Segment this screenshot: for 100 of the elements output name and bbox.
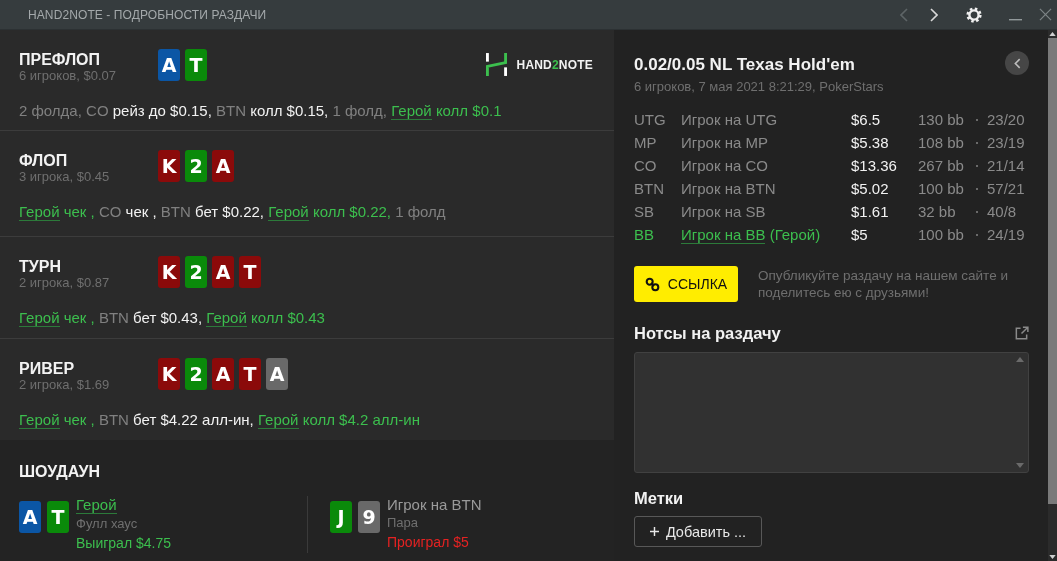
- playing-card: 2: [185, 256, 207, 288]
- stack-cell-text: $6.5: [851, 110, 882, 130]
- playing-card: K: [158, 256, 180, 288]
- hand-rank: Пара: [387, 514, 419, 532]
- stats-cell-text: 23/19: [987, 133, 1026, 153]
- hero-link[interactable]: Герой: [19, 411, 60, 429]
- scroll-down-arrow-icon[interactable]: [1049, 555, 1056, 559]
- hand-details: 6 игроков, 7 мая 2021 8:21:29, PokerStars: [634, 79, 884, 95]
- logo-wordmark: HAND2NOTE: [516, 57, 593, 72]
- hero-link[interactable]: Герой: [391, 102, 432, 120]
- hero-link[interactable]: Герой: [19, 203, 60, 221]
- close-button[interactable]: [1039, 6, 1052, 23]
- big-blinds-cell-text: 267 bb: [918, 156, 965, 176]
- tags-title: Метки: [634, 488, 685, 509]
- position-cell-text: UTG: [634, 110, 667, 130]
- hero-link[interactable]: Герой: [19, 309, 60, 327]
- position-cell-text: BB: [634, 225, 655, 245]
- action-line: Герой чек , CO чек , BTN бет $0.22, Герой колл $0.22, 1 фолд: [19, 202, 447, 222]
- position-cell-text: MP: [634, 133, 658, 153]
- player-name: Игрок на UTG: [681, 111, 778, 128]
- external-link-icon[interactable]: [1014, 325, 1029, 341]
- result-text: Проиграл $5: [387, 533, 469, 552]
- stack-cell-text: $1.61: [851, 202, 890, 222]
- hero-label: (Герой): [769, 226, 821, 243]
- share-description: Опубликуйте раздачу на нашем сайте и поделитесь ею с друзьями!: [758, 267, 1009, 301]
- big-blinds-cell-text: 100 bb: [918, 225, 965, 245]
- playing-card: A: [212, 358, 234, 390]
- hero-link[interactable]: Герой: [206, 309, 247, 327]
- playing-card: 2: [185, 150, 207, 182]
- hand-rank: Фулл хаус: [76, 515, 138, 533]
- next-button[interactable]: [930, 6, 938, 23]
- playing-card: A: [19, 501, 41, 533]
- playing-card: A: [212, 150, 234, 182]
- hero-link[interactable]: Герой: [257, 411, 299, 429]
- action-line: Герой чек , BTN бет $0.43, Герой колл $0.43: [19, 308, 326, 328]
- street-summary: 2 игрока, $1.69: [19, 377, 111, 392]
- street-summary: 3 игрока, $0.45: [19, 169, 111, 184]
- big-blinds-cell-text: 108 bb: [918, 133, 965, 153]
- stats-cell-text: 40/8: [987, 202, 1018, 222]
- position-cell-text: SB: [634, 202, 655, 222]
- playing-card: J: [330, 501, 352, 533]
- window-title: HAND2NOTE - ПОДРОБНОСТИ РАЗДАЧИ: [28, 7, 267, 22]
- position-cell-text: CO: [634, 156, 658, 176]
- minimize-icon: [1009, 18, 1022, 21]
- stats-cell-text: 57/21: [987, 179, 1026, 199]
- playing-card: T: [185, 49, 207, 81]
- stack-cell-text: $5.02: [851, 179, 890, 199]
- street-name: ТУРН: [19, 258, 62, 275]
- stack-cell-text: $5.38: [851, 133, 890, 153]
- position-cell-text: BTN: [634, 179, 665, 199]
- chevron-left-icon: [1013, 57, 1021, 69]
- playing-card: A: [212, 256, 234, 288]
- stats-cell-text: 24/19: [987, 225, 1026, 245]
- playing-card: T: [239, 358, 261, 390]
- player-name: Игрок на SB: [681, 203, 766, 220]
- notes-title: Нотсы на раздачу: [634, 323, 781, 344]
- player-name: Игрок на MP: [681, 134, 768, 151]
- chevron-right-icon: [930, 7, 938, 22]
- settings-button[interactable]: [966, 6, 982, 23]
- big-blinds-cell-text: 130 bb: [918, 110, 965, 130]
- big-blinds-cell-text: 100 bb: [918, 179, 965, 199]
- player-name-link[interactable]: Герой: [76, 496, 117, 514]
- playing-card: T: [47, 501, 69, 533]
- close-icon: [1039, 8, 1052, 21]
- player-name: Игрок на BTN: [681, 180, 776, 197]
- showdown-title: ШОУДАУН: [19, 462, 102, 482]
- game-title: 0.02/0.05 NL Texas Hold'em: [634, 54, 856, 76]
- settings-icon: [966, 6, 982, 23]
- action-line: 2 фолда, CO рейз до $0.15, BTN колл $0.15, 1 фолд, Герой колл $0.1: [19, 101, 503, 121]
- player-name: Игрок на BTN: [387, 496, 482, 513]
- plus-icon: [649, 527, 659, 536]
- result-text: Выиграл $4.75: [76, 534, 171, 553]
- back-button[interactable]: [1005, 51, 1029, 75]
- playing-card: A: [158, 49, 180, 81]
- playing-card: K: [158, 150, 180, 182]
- add-tag-button[interactable]: Добавить ...: [634, 516, 762, 547]
- hero-link[interactable]: Герой: [268, 203, 309, 221]
- street-name: РИВЕР: [19, 360, 76, 377]
- playing-card: T: [239, 256, 261, 288]
- stack-cell-text: $13.36: [851, 156, 898, 176]
- logo-icon: [485, 53, 507, 76]
- playing-card: 9: [358, 501, 380, 533]
- scroll-up-arrow-icon[interactable]: [1049, 32, 1056, 36]
- street-summary: 6 игроков, $0.07: [19, 68, 118, 83]
- player-name-link[interactable]: Игрок на BB: [681, 226, 766, 244]
- link-button[interactable]: ССЫЛКА: [634, 266, 738, 302]
- link-icon: [644, 276, 660, 292]
- big-blinds-cell-text: 32 bb: [918, 202, 957, 222]
- player-name: Игрок на CO: [681, 157, 768, 174]
- chevron-left-icon: [900, 7, 908, 22]
- stack-cell-text: $5: [851, 225, 869, 245]
- playing-card: K: [158, 358, 180, 390]
- playing-card: A: [266, 358, 288, 390]
- street-summary: 2 игрока, $0.87: [19, 275, 111, 290]
- stats-cell-text: 23/20: [987, 110, 1026, 130]
- street-name: ФЛОП: [19, 152, 69, 169]
- street-name: ПРЕФЛОП: [19, 51, 102, 68]
- playing-card: 2: [185, 358, 207, 390]
- stats-cell-text: 21/14: [987, 156, 1026, 176]
- action-line: Герой чек , BTN бет $4.22 алл-ин, Герой колл $4.2 алл-ин: [19, 410, 421, 430]
